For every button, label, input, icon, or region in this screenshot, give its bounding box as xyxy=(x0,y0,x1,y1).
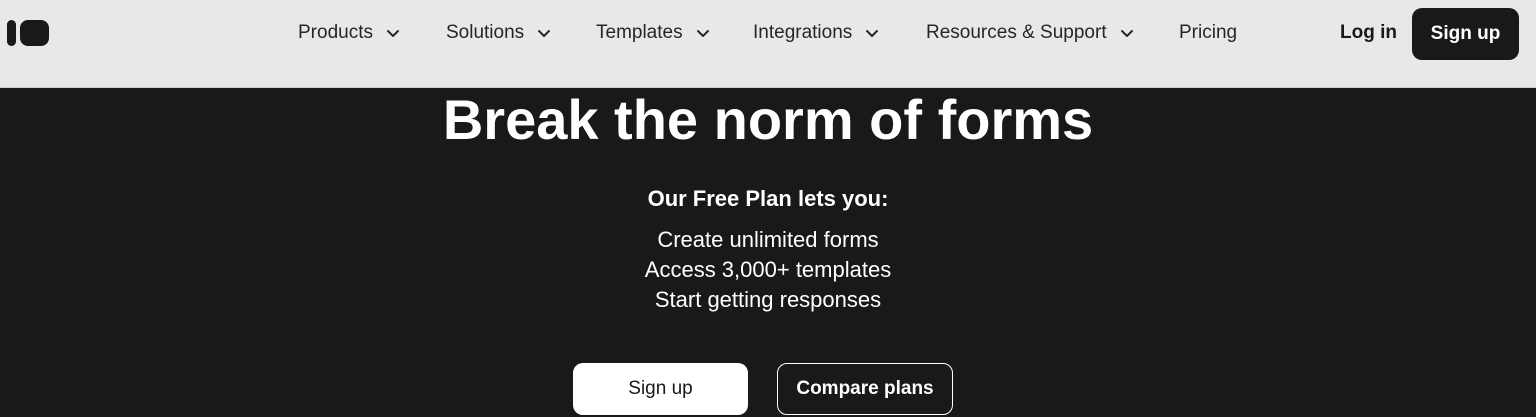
top-navbar: Products Solutions Templates Integration… xyxy=(0,0,1536,88)
chevron-down-icon xyxy=(866,30,879,37)
nav-item-label: Solutions xyxy=(446,22,525,43)
compare-plans-button[interactable]: Compare plans xyxy=(777,363,953,415)
login-link[interactable]: Log in xyxy=(1340,18,1397,48)
typeform-logo-icon[interactable] xyxy=(7,20,49,46)
logo-block xyxy=(20,20,49,46)
feature-item: Access 3,000+ templates xyxy=(644,257,892,282)
nav-item-label: Integrations xyxy=(753,22,853,43)
hero-signup-button[interactable]: Sign up xyxy=(573,363,748,415)
nav-item-integrations[interactable]: Integrations xyxy=(753,18,880,48)
chevron-down-icon xyxy=(696,30,709,37)
feature-item: Create unlimited forms xyxy=(657,227,879,252)
hero-title: Break the norm of forms xyxy=(442,88,1094,151)
nav-item-pricing[interactable]: Pricing xyxy=(1179,18,1237,48)
nav-item-resources-support[interactable]: Resources & Support xyxy=(926,18,1135,48)
hero-section: Break the norm of forms Our Free Plan le… xyxy=(0,88,1536,417)
nav-item-label: Templates xyxy=(596,22,683,43)
nav-item-templates[interactable]: Templates xyxy=(596,18,711,48)
signup-button[interactable]: Sign up xyxy=(1412,8,1519,60)
chevron-down-icon xyxy=(538,30,551,37)
free-plan-heading: Our Free Plan lets you: xyxy=(647,186,889,211)
nav-item-label: Products xyxy=(298,22,373,43)
nav-item-label: Pricing xyxy=(1179,22,1238,43)
chevron-down-icon xyxy=(386,30,399,37)
logo-bar xyxy=(7,20,16,46)
chevron-down-icon xyxy=(1120,30,1133,37)
nav-item-label: Resources & Support xyxy=(926,22,1107,43)
nav-item-products[interactable]: Products xyxy=(298,18,401,48)
free-plan-features: Create unlimited forms Access 3,000+ tem… xyxy=(0,225,1536,315)
feature-item: Start getting responses xyxy=(654,287,882,312)
nav-item-solutions[interactable]: Solutions xyxy=(446,18,552,48)
